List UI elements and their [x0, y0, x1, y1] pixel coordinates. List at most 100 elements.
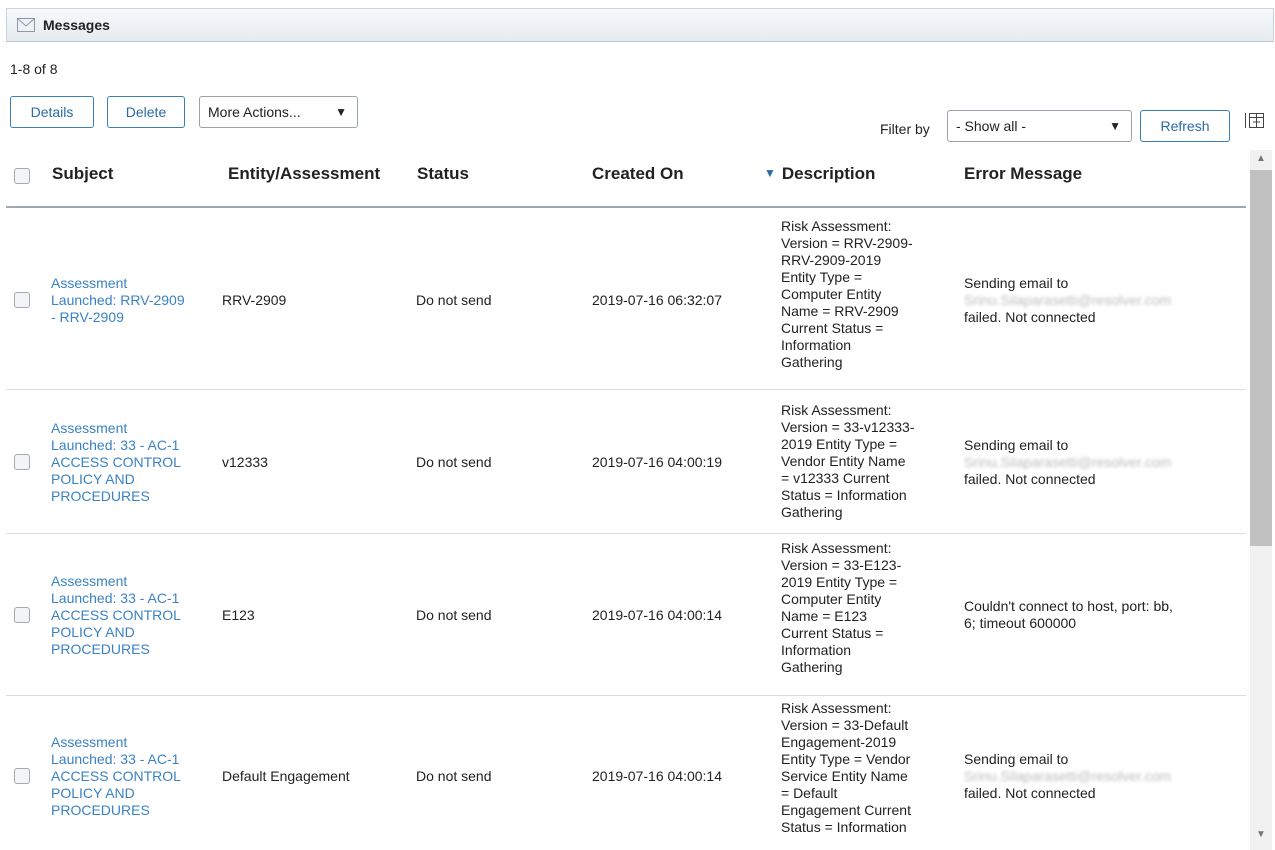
entity-cell: Default Engagement — [222, 767, 350, 784]
panel-title: Messages — [43, 17, 110, 33]
description-line: Name = RRV-2909 — [781, 303, 899, 319]
description-line: Risk Assessment: — [781, 700, 892, 716]
description-line: Gathering — [781, 659, 843, 675]
table-row[interactable]: Assessment Launched: 33 - AC-1 ACCESS CONT… — [6, 534, 1246, 696]
subject-line: Launched: 33 - AC-1 — [51, 436, 180, 453]
error-line: failed. Not connected — [964, 470, 1096, 487]
subject-link[interactable]: Assessment Launched: 33 - AC-1 ACCESS CONT… — [51, 420, 221, 505]
subject-line: PROCEDURES — [51, 487, 150, 504]
subject-link[interactable]: Assessment Launched: 33 - AC-1 ACCESS CONT… — [51, 734, 221, 819]
error-line: Srinu.Silaparasetti@resolver.com — [964, 291, 1172, 308]
status-cell: Do not send — [416, 291, 492, 308]
status-cell: Do not send — [416, 453, 492, 470]
description-line: Engagement-2019 — [781, 734, 897, 750]
subject-line: ACCESS CONTROL — [51, 453, 181, 470]
table-row[interactable]: Assessment Launched: 33 - AC-1 ACCESS CONT… — [6, 696, 1246, 850]
messages-panel-header: Messages — [6, 8, 1274, 42]
description-cell: Risk Assessment: Version = RRV-2909- RRV-2… — [781, 218, 951, 371]
error-line: failed. Not connected — [964, 784, 1096, 801]
refresh-button[interactable]: Refresh — [1140, 110, 1230, 142]
row-checkbox[interactable] — [14, 292, 30, 308]
description-line: 2019 Entity Type = — [781, 574, 898, 590]
description-cell: Risk Assessment: Version = 33-Default Enga… — [781, 700, 951, 836]
description-line: Entity Type = — [781, 269, 863, 285]
column-header-subject[interactable]: Subject — [52, 164, 113, 184]
column-header-description[interactable]: ▼ Description — [764, 164, 875, 184]
column-header-created-on[interactable]: Created On — [592, 164, 684, 184]
description-line: Gathering — [781, 504, 843, 520]
created-on-cell: 2019-07-16 04:00:14 — [592, 606, 722, 623]
error-message-cell: Sending email to Srinu.Silaparasetti@reso… — [964, 751, 1234, 802]
description-line: Information — [781, 642, 852, 658]
scroll-down-icon[interactable]: ▼ — [1256, 829, 1266, 840]
more-actions-dropdown[interactable]: More Actions... ▼ — [199, 96, 358, 128]
entity-cell: v12333 — [222, 453, 268, 470]
pager-count: 1-8 of 8 — [10, 61, 58, 77]
error-message-cell: Couldn't connect to host, port: bb, 6; ti… — [964, 598, 1234, 632]
column-header-description-label: Description — [781, 164, 876, 183]
dropdown-arrow-icon: ▼ — [335, 105, 347, 119]
subject-line: Assessment — [51, 572, 128, 589]
table-row[interactable]: Assessment Launched: 33 - AC-1 ACCESS CONT… — [6, 390, 1246, 534]
scrollbar-thumb[interactable] — [1250, 170, 1272, 546]
error-line: Srinu.Silaparasetti@resolver.com — [964, 453, 1172, 470]
column-header-status[interactable]: Status — [417, 164, 469, 184]
details-button[interactable]: Details — [10, 96, 94, 128]
row-checkbox[interactable] — [14, 607, 30, 623]
row-checkbox[interactable] — [14, 768, 30, 784]
error-line: failed. Not connected — [964, 308, 1096, 325]
subject-line: ACCESS CONTROL — [51, 767, 181, 784]
dropdown-arrow-icon: ▼ — [1109, 119, 1121, 133]
error-message-cell: Sending email to Srinu.Silaparasetti@reso… — [964, 275, 1234, 326]
table-row[interactable]: Assessment Launched: RRV-2909- RRV-2909 RR… — [6, 210, 1246, 390]
subject-line: Launched: 33 - AC-1 — [51, 589, 180, 606]
description-line: Version = 33-Default — [781, 717, 909, 733]
description-line: Risk Assessment: — [781, 218, 892, 234]
column-header-entity[interactable]: Entity/Assessment — [228, 164, 380, 184]
error-line: Sending email to — [964, 750, 1069, 767]
delete-button[interactable]: Delete — [107, 96, 185, 128]
description-cell: Risk Assessment: Version = 33-E123- 2019 E… — [781, 540, 951, 676]
description-line: Engagement Current — [781, 802, 911, 818]
status-cell: Do not send — [416, 767, 492, 784]
column-header-error-message[interactable]: Error Message — [964, 164, 1082, 184]
description-line: Version = RRV-2909- — [781, 235, 913, 251]
subject-line: Assessment — [51, 419, 128, 436]
sort-descending-icon: ▼ — [764, 166, 776, 180]
description-line: Current Status = — [781, 320, 884, 336]
envelope-icon — [17, 18, 35, 32]
description-line: Service Entity Name — [781, 768, 908, 784]
description-line: Gathering — [781, 354, 843, 370]
description-line: Status = Information — [781, 487, 907, 503]
more-actions-label: More Actions... — [208, 104, 301, 120]
subject-line: POLICY AND — [51, 470, 135, 487]
entity-cell: RRV-2909 — [222, 291, 287, 308]
subject-link[interactable]: Assessment Launched: RRV-2909- RRV-2909 — [51, 275, 221, 326]
subject-line: PROCEDURES — [51, 640, 150, 657]
select-all-checkbox[interactable] — [14, 168, 30, 184]
created-on-cell: 2019-07-16 04:00:19 — [592, 453, 722, 470]
description-line: = Default — [781, 785, 838, 801]
row-checkbox[interactable] — [14, 454, 30, 470]
description-line: Name = E123 — [781, 608, 867, 624]
filter-select[interactable]: - Show all - ▼ — [947, 110, 1132, 142]
error-line: Sending email to — [964, 436, 1069, 453]
created-on-cell: 2019-07-16 06:32:07 — [592, 291, 722, 308]
subject-line: Assessment — [51, 733, 128, 750]
subject-line: PROCEDURES — [51, 801, 150, 818]
subject-line: POLICY AND — [51, 784, 135, 801]
error-line: Srinu.Silaparasetti@resolver.com — [964, 767, 1172, 784]
subject-line: Launched: RRV-2909 — [51, 291, 185, 308]
subject-link[interactable]: Assessment Launched: 33 - AC-1 ACCESS CONT… — [51, 573, 221, 658]
description-line: Vendor Entity Name — [781, 453, 906, 469]
column-chooser-icon[interactable] — [1244, 110, 1266, 132]
subject-line: ACCESS CONTROL — [51, 606, 181, 623]
status-cell: Do not send — [416, 606, 492, 623]
subject-line: Launched: 33 - AC-1 — [51, 750, 180, 767]
scroll-up-icon[interactable]: ▲ — [1256, 153, 1266, 164]
description-line: Current Status = — [781, 625, 884, 641]
description-line: Information — [781, 337, 852, 353]
filter-label: Filter by — [880, 121, 930, 137]
subject-line: Assessment — [51, 274, 128, 291]
error-message-cell: Sending email to Srinu.Silaparasetti@reso… — [964, 437, 1234, 488]
